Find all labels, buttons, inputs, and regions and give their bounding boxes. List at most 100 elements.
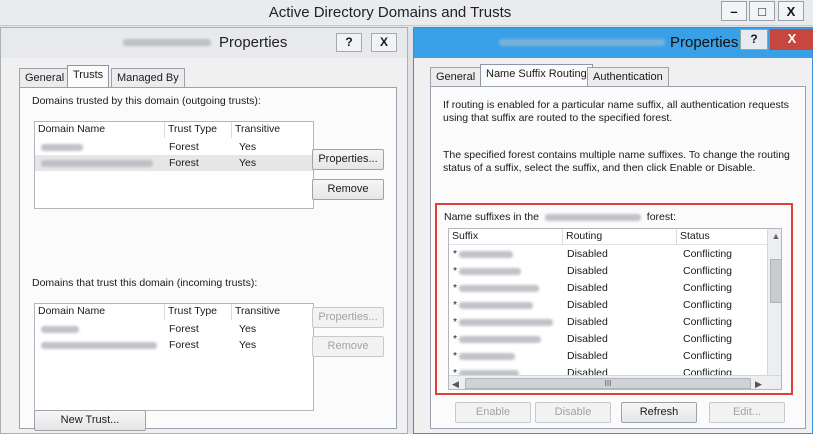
routing-value: Disabled bbox=[567, 316, 608, 328]
refresh-button[interactable]: Refresh bbox=[621, 402, 697, 423]
incoming-properties-button[interactable]: Properties... bbox=[312, 307, 384, 328]
redacted-domain-name bbox=[41, 143, 83, 151]
suffix-row[interactable]: * Disabled Conflicting bbox=[449, 246, 781, 263]
column-header-suffix[interactable]: Suffix bbox=[449, 229, 563, 245]
incoming-trusts-label: Domains that trust this domain (incoming… bbox=[32, 277, 258, 289]
close-button[interactable]: X bbox=[778, 1, 804, 21]
left-dialog-title-bar: Properties ? X bbox=[1, 28, 407, 58]
transitive: Yes bbox=[239, 157, 257, 169]
scroll-up-icon[interactable]: ▲ bbox=[771, 231, 781, 241]
redacted-suffix bbox=[459, 250, 513, 258]
vertical-scroll-thumb[interactable] bbox=[770, 259, 781, 303]
suffix-prefix: * bbox=[453, 299, 458, 311]
suffix-prefix: * bbox=[453, 333, 458, 345]
routing-value: Disabled bbox=[567, 248, 608, 260]
routing-value: Disabled bbox=[567, 299, 608, 311]
column-header-domain-name[interactable]: Domain Name bbox=[35, 122, 165, 138]
tab-managed-by[interactable]: Managed By bbox=[111, 68, 185, 88]
redacted-suffix bbox=[459, 284, 539, 292]
column-header-status[interactable]: Status bbox=[677, 229, 767, 245]
routing-info-text: If routing is enabled for a particular n… bbox=[443, 99, 789, 124]
status-value: Conflicting bbox=[683, 316, 733, 328]
name-suffix-list[interactable]: Suffix Routing Status * Disabled Conflic… bbox=[448, 228, 782, 390]
column-header-transitive[interactable]: Transitive bbox=[232, 122, 315, 138]
horizontal-scroll-thumb[interactable]: III bbox=[465, 378, 751, 389]
column-header-domain-name[interactable]: Domain Name bbox=[35, 304, 165, 320]
routing-value: Disabled bbox=[567, 265, 608, 277]
left-dialog-title: Properties bbox=[219, 34, 288, 51]
outgoing-remove-button[interactable]: Remove bbox=[312, 179, 384, 200]
redacted-suffix bbox=[459, 352, 515, 360]
trust-type: Forest bbox=[169, 157, 199, 169]
disable-button[interactable]: Disable bbox=[535, 402, 611, 423]
suffix-row[interactable]: * Disabled Conflicting bbox=[449, 297, 781, 314]
redacted-domain-name bbox=[41, 341, 157, 349]
tab-authentication[interactable]: Authentication bbox=[587, 67, 669, 87]
redacted-forest-name bbox=[544, 213, 641, 221]
column-header-routing[interactable]: Routing bbox=[563, 229, 677, 245]
suffix-row[interactable]: * Disabled Conflicting bbox=[449, 348, 781, 365]
suffix-row[interactable]: * Disabled Conflicting bbox=[449, 280, 781, 297]
status-value: Conflicting bbox=[683, 299, 733, 311]
suffix-list-label-suffix: forest: bbox=[646, 211, 676, 223]
trust-type: Forest bbox=[169, 323, 199, 335]
maximize-button[interactable]: □ bbox=[749, 1, 775, 21]
enable-button[interactable]: Enable bbox=[455, 402, 531, 423]
highlight-box: Name suffixes in the forest: Suffix Rout… bbox=[435, 203, 793, 395]
redacted-suffix bbox=[459, 301, 533, 309]
scroll-right-icon[interactable]: ▶ bbox=[755, 378, 765, 389]
incoming-trust-row[interactable]: Forest Yes bbox=[35, 321, 313, 337]
incoming-trust-row[interactable]: Forest Yes bbox=[35, 337, 313, 353]
horizontal-scrollbar[interactable]: ◀ III ▶ bbox=[449, 375, 781, 389]
vertical-scrollbar[interactable]: ▲ bbox=[767, 229, 781, 375]
tab-general[interactable]: General bbox=[430, 67, 482, 87]
minimize-button[interactable]: – bbox=[721, 1, 747, 21]
outgoing-trust-row[interactable]: Forest Yes bbox=[35, 139, 313, 155]
suffix-row[interactable]: * Disabled Conflicting bbox=[449, 331, 781, 348]
trusts-tab-panel: Domains trusted by this domain (outgoing… bbox=[19, 87, 397, 431]
edit-button[interactable]: Edit... bbox=[709, 402, 785, 423]
outgoing-trusts-list[interactable]: Domain Name Trust Type Transitive Forest… bbox=[34, 121, 314, 209]
status-value: Conflicting bbox=[683, 265, 733, 277]
routing-value: Disabled bbox=[567, 282, 608, 294]
transitive: Yes bbox=[239, 141, 257, 153]
new-trust-button[interactable]: New Trust... bbox=[34, 410, 146, 431]
tab-trusts[interactable]: Trusts bbox=[67, 65, 110, 88]
routing-value: Disabled bbox=[567, 333, 608, 345]
suffix-prefix: * bbox=[453, 316, 458, 328]
scroll-left-icon[interactable]: ◀ bbox=[452, 378, 462, 389]
suffix-prefix: * bbox=[453, 282, 458, 294]
incoming-trusts-list[interactable]: Domain Name Trust Type Transitive Forest… bbox=[34, 303, 314, 411]
outgoing-properties-button[interactable]: Properties... bbox=[312, 149, 384, 170]
transitive: Yes bbox=[239, 323, 257, 335]
suffix-row[interactable]: * Disabled Conflicting bbox=[449, 263, 781, 280]
right-help-button[interactable]: ? bbox=[740, 29, 768, 50]
redacted-domain-name bbox=[41, 325, 79, 333]
redacted-domain-name bbox=[41, 159, 153, 167]
suffix-row[interactable]: * Disabled Conflicting bbox=[449, 314, 781, 331]
main-window-title: Active Directory Domains and Trusts bbox=[268, 4, 512, 21]
outgoing-trust-row[interactable]: Forest Yes bbox=[35, 155, 313, 171]
column-header-trust-type[interactable]: Trust Type bbox=[165, 304, 232, 320]
name-suffix-routing-panel: If routing is enabled for a particular n… bbox=[430, 86, 806, 429]
trust-type: Forest bbox=[169, 339, 199, 351]
outgoing-trusts-label: Domains trusted by this domain (outgoing… bbox=[32, 95, 261, 107]
left-dialog-close-button[interactable]: X bbox=[371, 33, 397, 52]
status-value: Conflicting bbox=[683, 333, 733, 345]
transitive: Yes bbox=[239, 339, 257, 351]
column-header-transitive[interactable]: Transitive bbox=[232, 304, 315, 320]
tab-general[interactable]: General bbox=[19, 68, 71, 88]
redacted-suffix bbox=[459, 318, 553, 326]
suffix-prefix: * bbox=[453, 248, 458, 260]
name-suffix-routing-dialog: Properties ? X General Name Suffix Routi… bbox=[413, 27, 813, 434]
help-button[interactable]: ? bbox=[336, 33, 362, 52]
tab-name-suffix-routing[interactable]: Name Suffix Routing bbox=[480, 64, 593, 87]
suffix-list-label-prefix: Name suffixes in the bbox=[444, 211, 539, 223]
status-value: Conflicting bbox=[683, 282, 733, 294]
incoming-remove-button[interactable]: Remove bbox=[312, 336, 384, 357]
suffix-prefix: * bbox=[453, 265, 458, 277]
column-header-trust-type[interactable]: Trust Type bbox=[165, 122, 232, 138]
redacted-suffix bbox=[459, 335, 541, 343]
redacted-forest-name bbox=[499, 39, 665, 46]
right-dialog-close-button[interactable]: X bbox=[770, 29, 813, 50]
